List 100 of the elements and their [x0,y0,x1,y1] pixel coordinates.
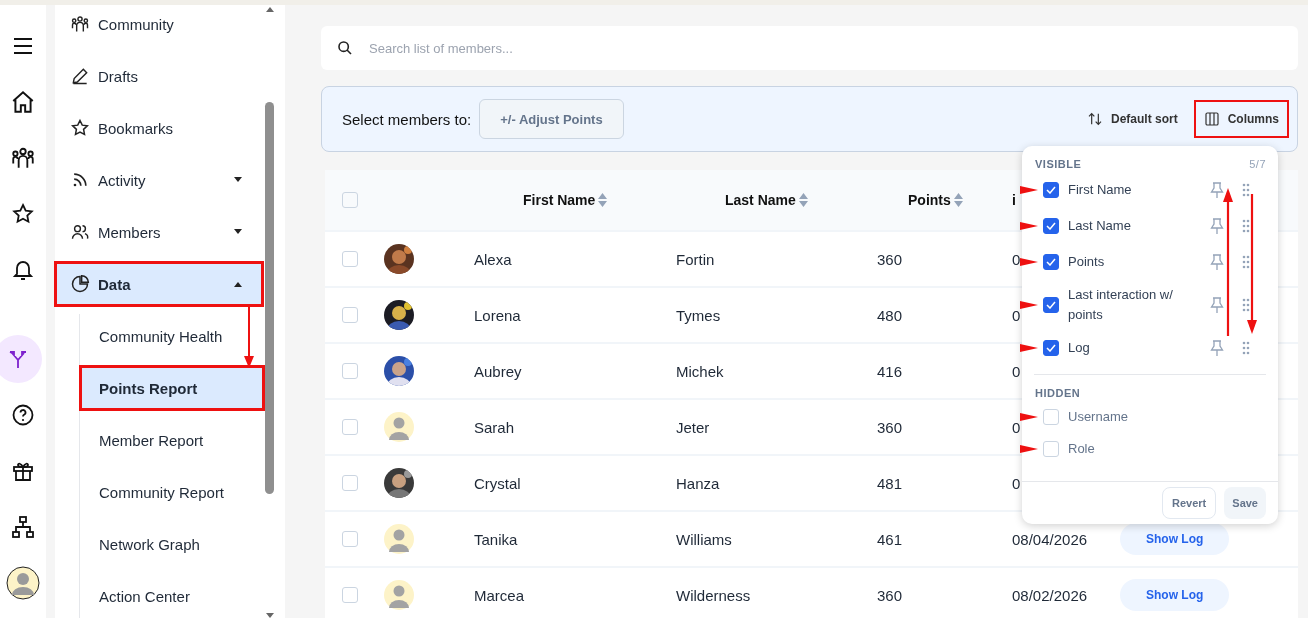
star-icon [11,202,35,226]
column-label: Log [1068,339,1091,357]
row-checkbox[interactable] [342,307,358,323]
sidebar-item[interactable]: Activity [55,158,263,202]
sort-icon [953,193,963,207]
row-checkbox[interactable] [342,363,358,379]
check-icon [1046,186,1056,194]
table-cell: Crystal [474,474,521,492]
show-log-button[interactable]: Show Log [1120,579,1230,611]
check-icon [1046,222,1056,230]
sidebar-item[interactable]: Bookmarks [55,106,263,150]
pie-chart-icon [70,274,90,294]
submenu-item[interactable]: Member Report [80,418,264,462]
drag-handle-icon[interactable] [1242,219,1250,233]
table-cell: 0 [1012,362,1021,380]
sidebar-label: Members [98,223,162,241]
table-cell: Michek [676,362,724,380]
column-header[interactable]: First Name [450,192,652,208]
count-label: 5/7 [1249,158,1266,172]
table-cell: Williams [676,530,732,548]
column-checkbox[interactable] [1043,182,1059,198]
sidebar-label: Data [98,275,132,293]
table-cell: 461 [877,530,903,548]
show-log-button[interactable]: Show Log [1120,523,1230,555]
table-cell: Sarah [474,418,515,436]
scrollbar[interactable] [264,5,275,618]
pencil-icon [70,66,90,86]
drag-handle-icon[interactable] [1242,183,1250,197]
table-cell: Fortin [676,250,715,268]
table-cell: Hanza [676,474,720,492]
submenu-item[interactable]: Network Graph [80,522,264,566]
pin-icon[interactable] [1210,340,1224,356]
check-icon [1046,344,1056,352]
column-label: First Name [1068,181,1133,199]
table-cell: 360 [877,586,903,604]
table-cell: 416 [877,362,903,380]
sidebar-item[interactable]: Community [55,5,263,46]
sidebar-item[interactable]: Data [55,262,263,306]
pin-icon[interactable] [1210,182,1224,198]
scroll-up-icon[interactable] [265,7,274,12]
select-all-checkbox[interactable] [342,192,358,208]
table-cell: Tanika [474,530,518,548]
sidebar-item[interactable]: Members [55,210,263,254]
column-header[interactable]: Points [853,192,988,208]
search-bar[interactable]: Search list of members... [321,26,1298,70]
sort-button[interactable]: Default sort [1078,102,1186,136]
section-title: HIDDEN [1035,387,1081,401]
revert-button[interactable]: Revert [1162,487,1217,519]
row-checkbox[interactable] [342,251,358,267]
rail-button[interactable] [0,335,42,383]
avatar-icon [384,524,414,554]
table-cell: 0 [1012,306,1021,324]
table-cell: Jeter [676,418,710,436]
users-icon [70,222,90,242]
column-checkbox[interactable] [1043,218,1059,234]
pin-icon[interactable] [1210,297,1224,313]
submenu-item[interactable]: Points Report [80,366,264,410]
drag-handle-icon[interactable] [1242,341,1250,355]
scroll-down-icon[interactable] [265,613,274,618]
home-icon [10,89,36,115]
row-checkbox[interactable] [342,587,358,603]
help-icon [11,403,35,427]
table-cell: 0 [1012,474,1021,492]
check-icon [1046,301,1056,309]
column-checkbox[interactable] [1043,340,1059,356]
annotation-arrow [244,304,254,368]
sort-icon [1086,111,1103,127]
table-cell: Marcea [474,586,525,604]
table-cell: Lorena [474,306,521,324]
pin-icon[interactable] [1210,218,1224,234]
table-cell: Wilderness [676,586,751,604]
table-cell: 480 [877,306,903,324]
drag-handle-icon[interactable] [1242,298,1250,312]
columns-button[interactable]: Columns [1195,102,1287,136]
row-checkbox[interactable] [342,475,358,491]
table-cell: Aubrey [474,362,522,380]
people-icon [70,14,90,34]
sidebar-label: Bookmarks [98,119,175,137]
avatar-icon [384,580,414,610]
star-icon [70,118,90,138]
hierarchy-icon [11,515,35,539]
columns-icon [1203,111,1220,127]
table-cell: Tymes [676,306,721,324]
column-checkbox[interactable] [1043,297,1059,313]
column-header[interactable]: Last Name [652,192,853,208]
table-cell: 08/02/2026 [1012,586,1088,604]
sidebar-item[interactable]: Drafts [55,54,263,98]
column-label: Username [1068,408,1129,426]
column-checkbox[interactable] [1043,254,1059,270]
pin-icon[interactable] [1210,254,1224,270]
section-title: VISIBLE [1035,158,1082,172]
row-checkbox[interactable] [342,419,358,435]
search-field[interactable]: Search list of members... [367,39,1282,57]
drag-handle-icon[interactable] [1242,255,1250,269]
column-label: Last Name [1068,217,1132,235]
submenu-item[interactable]: Community Report [80,470,264,514]
submenu-item[interactable]: Community Health [80,314,264,358]
row-checkbox[interactable] [342,531,358,547]
column-label: Last interaction w/ points [1068,286,1174,324]
submenu-item[interactable]: Action Center [80,574,264,618]
